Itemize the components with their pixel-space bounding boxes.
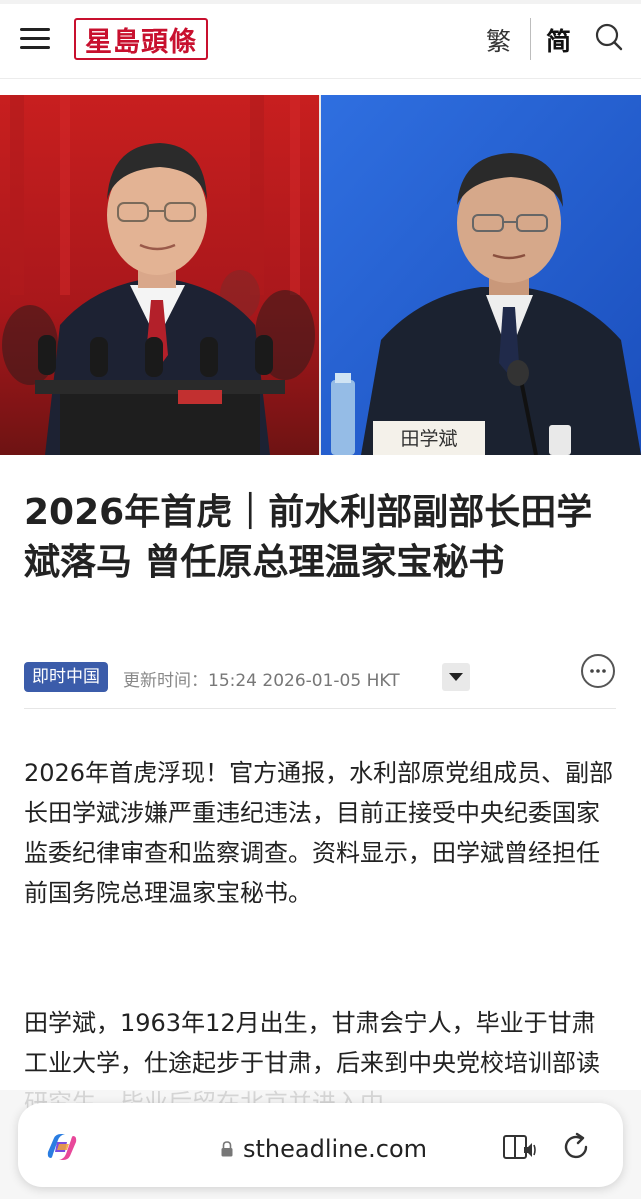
ellipsis-icon <box>590 669 606 673</box>
article-meta: 即时中国 更新时间：15:24 2026-01-05 HKT <box>24 654 620 700</box>
search-icon[interactable] <box>593 22 625 54</box>
menu-icon[interactable] <box>20 28 50 50</box>
lock-icon <box>221 1141 233 1157</box>
category-badge[interactable]: 即时中国 <box>24 662 108 692</box>
updated-timestamp: 更新时间：15:24 2026-01-05 HKT <box>123 666 400 691</box>
reader-mode-icon[interactable] <box>502 1133 536 1163</box>
site-logo[interactable]: 星島頭條 <box>74 18 208 60</box>
article-title: 2026年首虎｜前水利部副部长田学斌落马 曾任原总理温家宝秘书 <box>24 492 593 583</box>
tian-xuebin-photo: 田学斌 <box>321 95 641 455</box>
wen-jiabao-photo <box>0 95 320 455</box>
meta-divider <box>24 708 616 709</box>
article-paragraph: 2026年首虎浮现！官方通报，水利部原党组成员、副部长田学斌涉嫌严重违纪违法，目… <box>24 759 614 907</box>
hero-image: 田学斌 <box>0 95 641 455</box>
chevron-down-icon <box>449 673 463 681</box>
site-header: 星島頭條 繁 简 <box>0 0 641 79</box>
traditional-chinese-toggle[interactable]: 繁 <box>486 22 511 58</box>
timestamp-dropdown-button[interactable] <box>442 663 470 691</box>
updated-value: 15:24 2026-01-05 HKT <box>208 671 400 691</box>
simplified-chinese-toggle[interactable]: 简 <box>546 22 571 58</box>
browser-address-bar: stheadline.com <box>18 1103 623 1187</box>
updated-label: 更新时间： <box>123 671 208 691</box>
url-text[interactable]: stheadline.com <box>243 1135 427 1163</box>
more-options-button[interactable] <box>581 654 615 688</box>
name-placard: 田学斌 <box>400 428 457 450</box>
logo-text: 星島頭條 <box>85 26 197 58</box>
language-divider <box>530 18 531 60</box>
status-strip <box>0 0 641 4</box>
reload-icon[interactable] <box>561 1132 591 1162</box>
copilot-icon[interactable] <box>45 1132 79 1162</box>
